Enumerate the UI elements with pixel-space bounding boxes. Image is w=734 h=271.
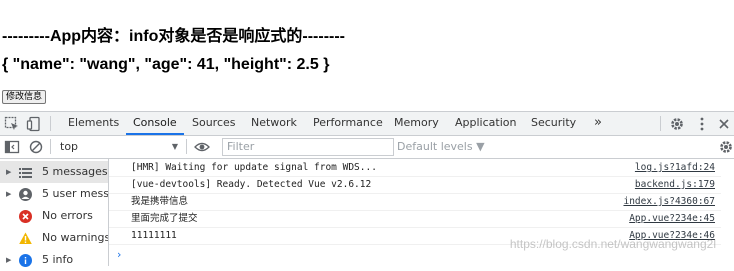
tab-sources[interactable]: Sources <box>192 112 236 135</box>
toolbar-separator <box>50 139 51 154</box>
sidebar-item-label: No errors <box>42 209 93 222</box>
message-source-link[interactable]: log.js?1afd:24 <box>635 160 715 176</box>
settings-gear-icon[interactable] <box>669 116 685 132</box>
tab-performance[interactable]: Performance <box>313 112 383 135</box>
console-settings-gear-icon[interactable] <box>718 139 734 155</box>
console-message: 我是携带信息 index.js?4360:67 <box>109 194 721 211</box>
message-source-link[interactable]: backend.js:179 <box>635 177 715 193</box>
sidebar-item-errors[interactable]: No errors <box>0 205 108 227</box>
sidebar-item-label: 5 info <box>42 253 74 266</box>
expand-caret-icon: ▶ <box>6 256 12 264</box>
more-options-icon[interactable] <box>694 116 710 132</box>
sidebar-item-label: 5 messages <box>42 165 108 178</box>
info-display: { "name": "wang", "age": 41, "height": 2… <box>2 56 330 73</box>
message-source-link[interactable]: App.vue?234e:45 <box>629 211 715 227</box>
context-select-value: top <box>60 140 79 153</box>
info-icon <box>19 253 32 267</box>
user-icon <box>19 187 32 201</box>
message-text: 11111111 <box>131 230 177 241</box>
filter-input[interactable]: Filter <box>222 138 394 156</box>
expand-caret-icon: ▶ <box>6 168 12 176</box>
message-text: [vue-devtools] Ready. Detected Vue v2.6.… <box>131 179 372 190</box>
message-source-link[interactable]: index.js?4360:67 <box>623 194 715 210</box>
tab-network[interactable]: Network <box>251 112 297 135</box>
console-sidebar: ▶ 5 messages ▶ 5 user mess... No errors … <box>0 159 109 267</box>
devtools-panel: Elements Console Sources Network Perform… <box>0 111 734 267</box>
tab-memory[interactable]: Memory <box>394 112 439 135</box>
sidebar-item-warnings[interactable]: No warnings <box>0 227 108 249</box>
watermark: https://blog.csdn.net/wangwangwang2l <box>509 237 716 251</box>
console-message: [HMR] Waiting for update signal from WDS… <box>109 160 721 177</box>
inspect-element-icon[interactable] <box>4 116 20 132</box>
warning-icon <box>19 231 32 244</box>
sidebar-item-info[interactable]: ▶ 5 info <box>0 249 108 271</box>
devtools-tabbar: Elements Console Sources Network Perform… <box>0 112 734 136</box>
tabbar-separator <box>50 116 51 131</box>
clear-console-icon[interactable] <box>28 139 44 155</box>
modify-info-button[interactable]: 修改信息 <box>2 90 47 104</box>
console-toolbar: top ▼ Filter Default levels ▼ <box>0 136 734 159</box>
message-text: 我是携带信息 <box>131 196 189 207</box>
sidebar-item-label: 5 user mess... <box>42 187 108 200</box>
context-select[interactable]: top ▼ <box>60 139 180 155</box>
message-text: [HMR] Waiting for update signal from WDS… <box>131 162 377 173</box>
console-message: 里面完成了提交 App.vue?234e:45 <box>109 211 721 228</box>
tab-security[interactable]: Security <box>531 112 576 135</box>
message-text: 里面完成了提交 <box>131 213 198 224</box>
show-sidebar-icon[interactable] <box>4 139 20 155</box>
more-tabs-button[interactable]: » <box>594 112 602 135</box>
error-icon <box>19 209 32 223</box>
console-prompt-chevron-icon[interactable]: › <box>117 248 121 261</box>
tab-elements[interactable]: Elements <box>68 112 119 135</box>
sidebar-item-label: No warnings <box>42 231 108 244</box>
expand-caret-icon: ▶ <box>6 190 12 198</box>
list-icon <box>19 165 32 178</box>
log-levels-dropdown[interactable]: Default levels ▼ <box>397 139 485 155</box>
tab-application[interactable]: Application <box>455 112 516 135</box>
tabbar-separator <box>660 116 661 131</box>
tab-console[interactable]: Console <box>126 112 184 135</box>
sidebar-item-messages[interactable]: ▶ 5 messages <box>0 161 108 183</box>
toolbar-separator <box>186 139 187 154</box>
live-expression-eye-icon[interactable] <box>194 139 210 155</box>
close-devtools-icon[interactable] <box>716 116 732 132</box>
console-messages: [HMR] Waiting for update signal from WDS… <box>109 159 734 266</box>
dropdown-arrow-icon: ▼ <box>171 142 178 151</box>
app-content: ---------App内容：info对象是否是响应式的-------- { "… <box>0 0 734 112</box>
device-toolbar-icon[interactable] <box>26 116 42 132</box>
sidebar-item-user-messages[interactable]: ▶ 5 user mess... <box>0 183 108 205</box>
app-heading: ---------App内容：info对象是否是响应式的-------- <box>2 28 346 45</box>
console-message: [vue-devtools] Ready. Detected Vue v2.6.… <box>109 177 721 194</box>
